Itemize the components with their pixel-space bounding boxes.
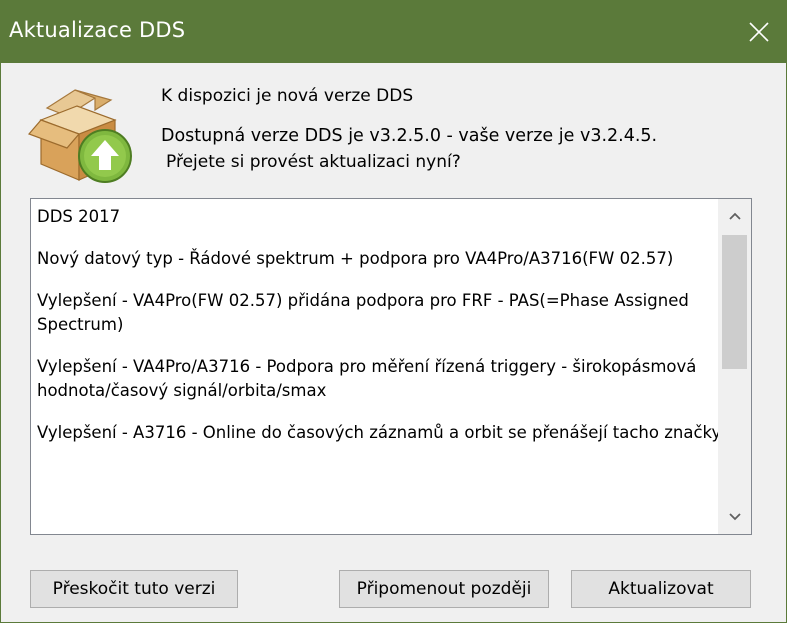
vertical-scrollbar[interactable] [718,199,751,534]
list-item: Vylepšení - A3716 - Online do časových z… [37,423,722,442]
scrollbar-thumb[interactable] [722,235,747,369]
chevron-down-icon [728,513,741,521]
update-button[interactable]: Aktualizovat [571,570,751,608]
remind-later-button[interactable]: Připomenout později [339,570,549,608]
update-dialog: Aktualizace DDS K dispozici je nová verz… [0,0,787,623]
window-title: Aktualizace DDS [9,18,186,42]
close-button[interactable] [730,0,787,63]
scroll-up-button[interactable] [718,199,751,233]
list-item: Vylepšení - VA4Pro(FW 02.57) přidána pod… [37,291,689,334]
message-version-info: Dostupná verze DDS je v3.2.5.0 - vaše ve… [161,126,658,146]
release-notes-list: DDS 2017 Nový datový typ - Řádové spektr… [37,205,722,463]
title-bar: Aktualizace DDS [1,0,787,63]
list-item: Nový datový typ - Řádové spektrum + podp… [37,249,674,268]
skip-version-button[interactable]: Přeskočit tuto verzi [30,570,238,608]
package-update-icon [27,89,132,183]
list-item: Vylepšení - VA4Pro/A3716 - Podpora pro m… [37,357,697,400]
message-question: Přejete si provést aktualizaci nyní? [166,152,461,172]
release-notes-box[interactable]: DDS 2017 Nový datový typ - Řádové spektr… [30,198,752,535]
list-item: DDS 2017 [37,207,121,226]
message-headline: K dispozici je nová verze DDS [161,86,414,106]
close-icon [749,21,769,42]
chevron-up-icon [728,212,741,220]
scroll-down-button[interactable] [718,500,751,534]
